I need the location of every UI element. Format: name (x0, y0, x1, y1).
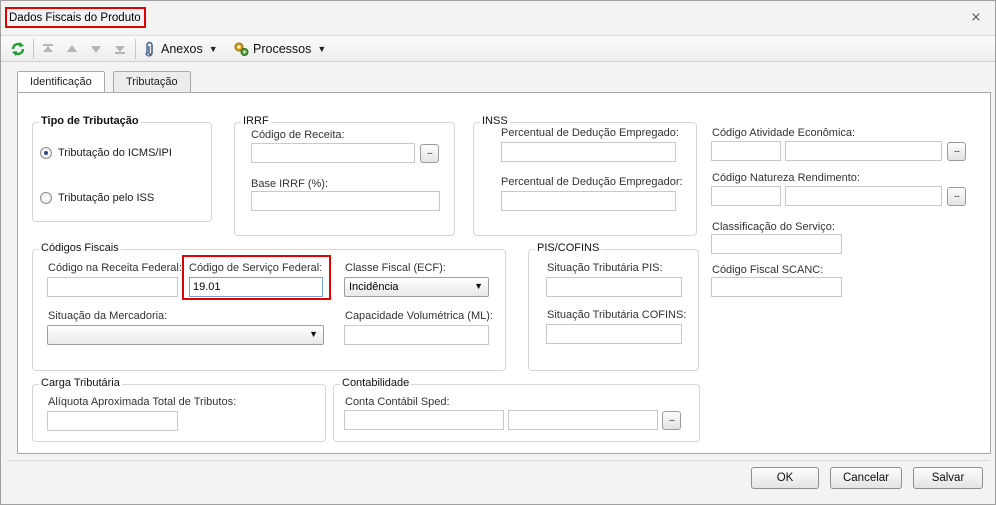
group-inss: INSS Percentual de Dedução Empregado: Pe… (473, 115, 697, 236)
arrow-up-icon (67, 45, 77, 52)
dialog-window: Dados Fiscais do Produto ⨯ Anexos ▼ Proc… (0, 0, 996, 505)
classe-fiscal-select[interactable]: Incidência ▼ (344, 277, 489, 297)
anexos-menu-button[interactable]: Anexos ▼ (143, 36, 218, 62)
codigo-receita-federal-input[interactable] (47, 277, 178, 297)
conta-contabil-desc-input[interactable] (508, 410, 658, 430)
classe-fiscal-value: Incidência (349, 281, 399, 293)
atividade-economica-label: Código Atividade Econômica: (712, 127, 856, 139)
chevron-down-icon: ▼ (309, 329, 318, 339)
refresh-button[interactable] (9, 36, 27, 62)
natureza-rendimento-desc-input[interactable] (785, 186, 942, 206)
conta-contabil-code-input[interactable] (344, 410, 504, 430)
situacao-cofins-label: Situação Tributária COFINS: (547, 309, 687, 321)
toolbar-separator (33, 39, 34, 59)
base-irrf-input[interactable] (251, 191, 440, 211)
chevron-down-icon: ▼ (317, 44, 327, 54)
paperclip-icon (145, 41, 153, 57)
codigo-receita-input[interactable] (251, 143, 415, 163)
toolbar-separator (135, 39, 136, 59)
deducao-empregador-label: Percentual de Dedução Empregador: (501, 176, 683, 188)
aliquota-label: Alíquota Aproximada Total de Tributos: (48, 396, 237, 408)
situacao-pis-input[interactable] (546, 277, 682, 297)
arrow-down-icon (91, 46, 101, 53)
capacidade-volumetrica-input[interactable] (344, 325, 489, 345)
window-title: Dados Fiscais do Produto (5, 7, 146, 28)
group-title: PIS/COFINS (535, 242, 602, 254)
group-title: Carga Tributária (39, 377, 122, 389)
group-title: Tipo de Tributação (39, 115, 141, 127)
atividade-lookup-button[interactable]: ... (947, 142, 966, 161)
atividade-economica-desc-input[interactable] (785, 141, 942, 161)
radio-unchecked-icon (40, 192, 52, 204)
deducao-empregado-label: Percentual de Dedução Empregado: (501, 127, 679, 139)
group-contabilidade: Contabilidade Conta Contábil Sped: ... (333, 377, 700, 442)
situacao-mercadoria-label: Situação da Mercadoria: (48, 310, 168, 322)
tab-tributacao[interactable]: Tributação (113, 71, 191, 93)
base-irrf-label: Base IRRF (%): (251, 178, 329, 190)
title-bar: Dados Fiscais do Produto ⨯ (1, 1, 995, 32)
codigo-receita-label: Código de Receita: (251, 129, 345, 141)
footer-divider (7, 460, 989, 461)
toolbar: Anexos ▼ Processos ▼ (1, 35, 995, 62)
group-title: INSS (480, 115, 510, 127)
first-record-button[interactable] (41, 36, 55, 62)
group-carga-tributaria: Carga Tributária Alíquota Aproximada Tot… (32, 377, 326, 442)
classificacao-servico-label: Classificação do Serviço: (712, 221, 835, 233)
classe-fiscal-label: Classe Fiscal (ECF): (345, 262, 446, 274)
group-title: IRRF (241, 115, 271, 127)
radio-checked-icon (40, 147, 52, 159)
tab-panel-identificacao: Tipo de Tributação Tributação do ICMS/IP… (17, 92, 991, 454)
last-record-button[interactable] (113, 36, 127, 62)
deducao-empregador-input[interactable] (501, 191, 676, 211)
conta-contabil-lookup-button[interactable]: ... (662, 411, 681, 430)
situacao-cofins-input[interactable] (546, 324, 682, 344)
radio-label: Tributação do ICMS/IPI (58, 147, 172, 159)
first-icon (43, 44, 53, 52)
refresh-icon (11, 42, 25, 56)
situacao-mercadoria-select[interactable]: ▼ (47, 325, 324, 345)
conta-contabil-label: Conta Contábil Sped: (345, 396, 450, 408)
group-tipo-tributacao: Tipo de Tributação Tributação do ICMS/IP… (32, 115, 212, 222)
deducao-empregado-input[interactable] (501, 142, 676, 162)
scanc-label: Código Fiscal SCANC: (712, 264, 824, 276)
processos-menu-button[interactable]: Processos ▼ (233, 36, 326, 62)
last-icon (115, 46, 125, 54)
ok-button[interactable]: OK (751, 467, 819, 489)
group-title: Códigos Fiscais (39, 242, 121, 254)
cancel-button[interactable]: Cancelar (830, 467, 902, 489)
group-title: Contabilidade (340, 377, 412, 389)
radio-label: Tributação pelo ISS (58, 192, 155, 204)
classificacao-servico-input[interactable] (711, 234, 842, 254)
gears-icon (234, 42, 249, 56)
scanc-input[interactable] (711, 277, 842, 297)
capacidade-volumetrica-label: Capacidade Volumétrica (ML): (345, 310, 493, 322)
situacao-pis-label: Situação Tributária PIS: (547, 262, 663, 274)
tab-identificacao[interactable]: Identificação (17, 71, 105, 94)
processos-label: Processos (253, 42, 312, 56)
next-record-button[interactable] (89, 36, 103, 62)
atividade-economica-code-input[interactable] (711, 141, 781, 161)
previous-record-button[interactable] (65, 36, 79, 62)
aliquota-input[interactable] (47, 411, 178, 431)
chevron-down-icon: ▼ (474, 281, 483, 291)
chevron-down-icon: ▼ (208, 44, 218, 54)
natureza-rendimento-code-input[interactable] (711, 186, 781, 206)
natureza-rendimento-label: Código Natureza Rendimento: (712, 172, 860, 184)
anexos-label: Anexos (161, 42, 203, 56)
group-pis-cofins: PIS/COFINS Situação Tributária PIS: Situ… (528, 242, 699, 371)
save-button[interactable]: Salvar (913, 467, 983, 489)
radio-iss[interactable]: Tributação pelo ISS (40, 192, 154, 204)
group-irrf: IRRF Código de Receita: ... Base IRRF (%… (234, 115, 455, 236)
natureza-lookup-button[interactable]: ... (947, 187, 966, 206)
lookup-button[interactable]: ... (420, 144, 439, 163)
radio-icms-ipi[interactable]: Tributação do ICMS/IPI (40, 147, 172, 159)
highlight-box (182, 255, 331, 300)
close-icon[interactable]: ⨯ (969, 11, 983, 25)
codigo-receita-federal-label: Código na Receita Federal: (48, 262, 182, 274)
